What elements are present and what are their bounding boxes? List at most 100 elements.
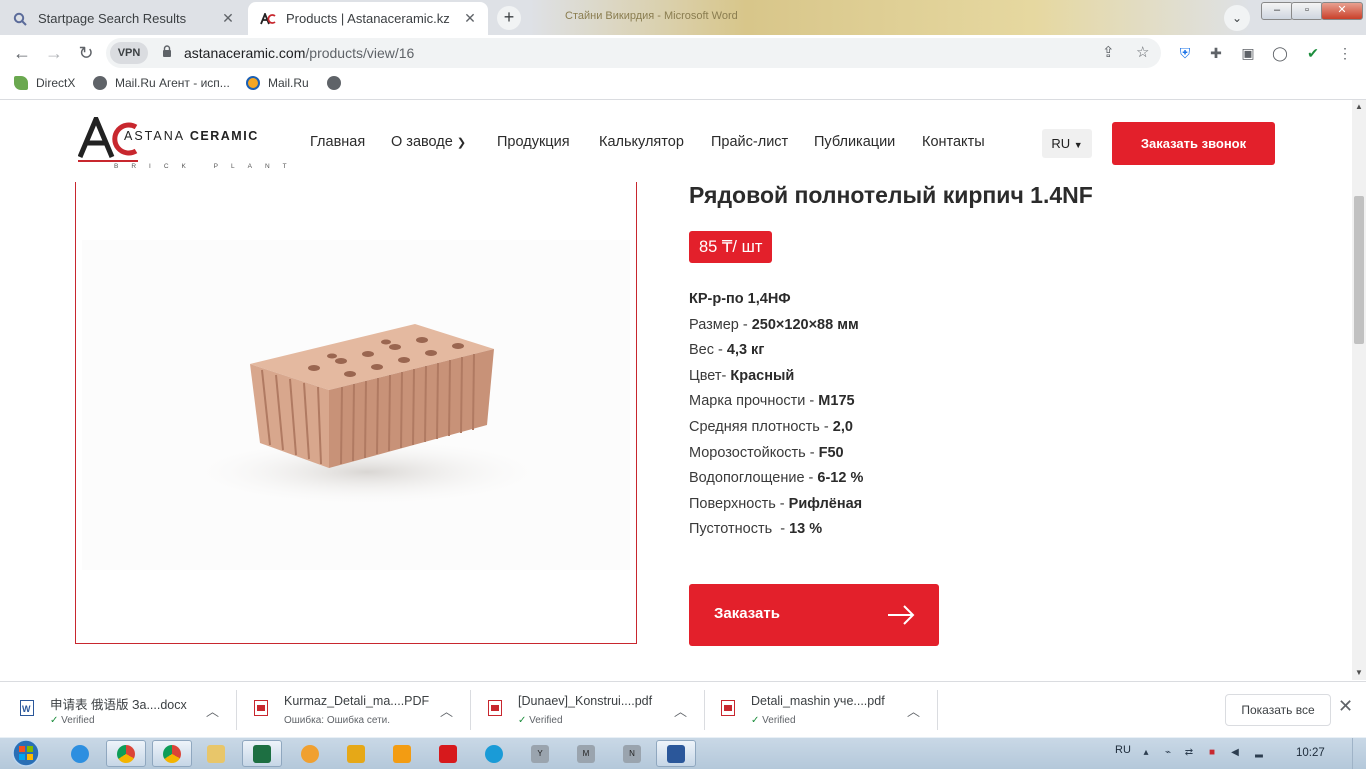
order-button[interactable]: Заказать bbox=[689, 584, 939, 646]
close-window-button[interactable]: ✕ bbox=[1321, 2, 1363, 20]
bookmark-star-icon[interactable]: ☆ bbox=[1136, 43, 1149, 61]
app-orange-icon bbox=[301, 744, 319, 763]
spec-label: Водопоглощение - bbox=[689, 470, 818, 486]
taskbar-chrome-2[interactable] bbox=[152, 740, 192, 767]
scrollbar-thumb[interactable] bbox=[1354, 196, 1364, 344]
word-icon bbox=[667, 744, 685, 763]
clock[interactable]: 10:27 bbox=[1296, 747, 1325, 759]
close-icon[interactable]: ✕ bbox=[462, 10, 478, 27]
bookmarks-bar: DirectX Mail.Ru Агент - исп... Mail.Ru bbox=[0, 70, 1366, 100]
bookmark-label: Mail.Ru bbox=[268, 76, 309, 90]
spec-surface: Поверхность - Рифлёная bbox=[689, 496, 862, 512]
tab-startpage[interactable]: Startpage Search Results ✕ bbox=[0, 2, 246, 35]
spec-strength: Марка прочности - М175 bbox=[689, 393, 855, 409]
app-m-icon: M bbox=[577, 744, 595, 763]
show-all-downloads-button[interactable]: Показать все bbox=[1225, 694, 1331, 726]
nav-about[interactable]: О заводе ❯ bbox=[391, 134, 466, 150]
download-status: ✓ Verified bbox=[50, 715, 95, 726]
back-arrow-icon[interactable]: ← bbox=[8, 39, 36, 67]
extensions-puzzle-icon[interactable]: ✚ bbox=[1207, 44, 1225, 62]
vpn-badge[interactable]: VPN bbox=[110, 42, 148, 64]
share-icon[interactable]: ⇪ bbox=[1102, 43, 1115, 61]
download-item[interactable]: [Dunaev]_Konstrui....pdf ✓ Verified ︿ bbox=[488, 682, 698, 738]
divider bbox=[470, 690, 471, 730]
volume-icon[interactable]: ◀ bbox=[1229, 747, 1241, 759]
minimize-button[interactable]: – bbox=[1261, 2, 1293, 20]
download-item[interactable]: Detali_mashin уче....pdf ✓ Verified ︿ bbox=[721, 682, 931, 738]
chevron-up-icon[interactable]: ︿ bbox=[907, 701, 920, 720]
forward-arrow-icon[interactable]: → bbox=[40, 39, 68, 67]
close-icon[interactable]: ✕ bbox=[1338, 696, 1353, 717]
extension-shield-icon[interactable]: ⛨ bbox=[1176, 44, 1194, 62]
download-item[interactable]: Kurmaz_Detali_ma....PDF Ошибка: Ошибка с… bbox=[254, 682, 464, 738]
new-tab-button[interactable]: + bbox=[497, 6, 521, 30]
taskbar-app-n[interactable]: N bbox=[612, 740, 652, 767]
adblock-shield-icon[interactable]: ✔ bbox=[1304, 44, 1322, 62]
site-logo[interactable]: ASTANA CERAMIC BRICK PLANT bbox=[78, 117, 287, 172]
taskbar-edge[interactable] bbox=[474, 740, 514, 767]
taskbar-app-y[interactable]: Y bbox=[520, 740, 560, 767]
tray-network-share-icon[interactable]: ⇄ bbox=[1183, 747, 1195, 759]
app-box-icon bbox=[347, 744, 365, 763]
bookmark-mailru[interactable]: Mail.Ru bbox=[246, 76, 309, 90]
page-scrollbar[interactable] bbox=[1352, 100, 1366, 680]
signal-bars-icon[interactable]: ▂ bbox=[1253, 747, 1265, 759]
reload-icon[interactable]: ↻ bbox=[72, 39, 100, 67]
taskbar-app-m[interactable]: M bbox=[566, 740, 606, 767]
mailru-at-icon bbox=[246, 76, 260, 90]
chevron-up-icon[interactable]: ︿ bbox=[440, 701, 453, 720]
lock-icon[interactable] bbox=[162, 45, 172, 60]
chevron-up-icon[interactable]: ︿ bbox=[206, 701, 219, 720]
download-status: ✓ Verified bbox=[751, 715, 796, 726]
taskbar-ie[interactable] bbox=[60, 740, 100, 767]
taskbar-word[interactable] bbox=[656, 740, 696, 767]
nav-publications[interactable]: Публикации bbox=[814, 134, 895, 150]
language-select[interactable]: RU ▼ bbox=[1042, 129, 1092, 158]
nav-home[interactable]: Главная bbox=[310, 134, 365, 150]
tab-title: Startpage Search Results bbox=[38, 11, 187, 26]
side-panel-icon[interactable]: ▣ bbox=[1239, 44, 1257, 62]
download-item[interactable]: W 申请表 俄语版 За....docx ✓ Verified ︿ bbox=[20, 682, 230, 738]
url-text[interactable]: astanaceramic.com/products/view/16 bbox=[184, 45, 414, 61]
nav-contacts[interactable]: Контакты bbox=[922, 134, 985, 150]
bookmark-directx[interactable]: DirectX bbox=[14, 76, 75, 90]
maximize-button[interactable]: ▫ bbox=[1291, 2, 1323, 20]
taskbar-excel[interactable] bbox=[242, 740, 282, 767]
scroll-down-arrow-icon[interactable]: ▼ bbox=[1352, 666, 1366, 680]
nav-pricelist[interactable]: Прайс-лист bbox=[711, 134, 788, 150]
nav-products[interactable]: Продукция bbox=[497, 134, 570, 150]
taskbar-app-2[interactable] bbox=[336, 740, 376, 767]
taskbar-chrome-1[interactable] bbox=[106, 740, 146, 767]
spec-value: F50 bbox=[818, 445, 844, 461]
spec-color: Цвет- Красный bbox=[689, 368, 794, 384]
windows-start-icon[interactable] bbox=[6, 738, 46, 769]
tray-antivirus-icon[interactable]: ■ bbox=[1206, 747, 1218, 759]
scroll-up-arrow-icon[interactable]: ▲ bbox=[1352, 100, 1366, 114]
spec-value: 4,3 кг bbox=[726, 342, 765, 358]
close-icon[interactable]: ✕ bbox=[220, 10, 236, 27]
bookmark-globe[interactable] bbox=[327, 76, 349, 90]
tray-expand-icon[interactable]: ▴ bbox=[1140, 747, 1152, 759]
profile-icon[interactable]: ◯ bbox=[1271, 44, 1289, 62]
chevron-up-icon[interactable]: ︿ bbox=[674, 701, 687, 720]
taskbar-media[interactable] bbox=[382, 740, 422, 767]
logo-subtitle: BRICK PLANT bbox=[114, 163, 300, 170]
nav-calculator[interactable]: Калькулятор bbox=[599, 134, 684, 150]
spec-label: Средняя плотность - bbox=[689, 419, 833, 435]
input-language[interactable]: RU bbox=[1115, 744, 1131, 756]
tab-products[interactable]: Products | Astanaceramic.kz ✕ bbox=[248, 2, 488, 35]
address-bar[interactable]: VPN astanaceramic.com/products/view/16 ⇪… bbox=[106, 38, 1161, 68]
menu-kebab-icon[interactable]: ⋮ bbox=[1336, 44, 1354, 62]
tray-app-icon[interactable]: ⌁ bbox=[1162, 747, 1174, 759]
order-call-button[interactable]: Заказать звонок bbox=[1112, 122, 1275, 165]
logo-text: ASTANA CERAMIC bbox=[124, 129, 259, 143]
excel-icon bbox=[253, 744, 271, 763]
taskbar-app-orange[interactable] bbox=[290, 740, 330, 767]
tab-search-chevron-icon[interactable]: ⌄ bbox=[1224, 5, 1250, 31]
taskbar-acrobat[interactable] bbox=[428, 740, 468, 767]
bookmark-mailru-agent[interactable]: Mail.Ru Агент - исп... bbox=[93, 76, 230, 90]
url-host: astanaceramic.com bbox=[184, 45, 306, 61]
spec-label: Поверхность - bbox=[689, 496, 789, 512]
show-desktop-button[interactable] bbox=[1352, 738, 1366, 769]
taskbar-explorer[interactable] bbox=[196, 740, 236, 767]
